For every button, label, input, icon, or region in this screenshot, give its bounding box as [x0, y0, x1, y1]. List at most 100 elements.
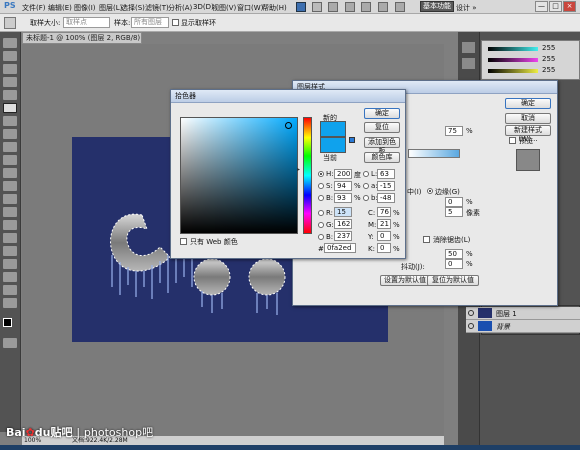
hand-tool-icon[interactable] — [3, 285, 17, 295]
saturation-brightness-field[interactable] — [180, 117, 298, 234]
menu-edit[interactable]: 编辑(E) — [48, 3, 72, 13]
current-color-swatch[interactable] — [320, 137, 346, 153]
clone-stamp-tool-icon[interactable] — [3, 142, 17, 152]
red-slider[interactable] — [488, 47, 538, 51]
web-only-checkbox[interactable] — [180, 238, 187, 245]
eyedropper-tool-icon[interactable] — [3, 103, 17, 113]
menu-select[interactable]: 选择(S) — [121, 3, 145, 13]
arrange-documents-icon[interactable] — [378, 2, 388, 12]
a-input[interactable]: -15 — [377, 181, 395, 191]
new-style-button[interactable]: 新建样式(W)... — [505, 125, 551, 143]
blab-input[interactable]: -48 — [377, 193, 395, 203]
foreground-color-swatch[interactable] — [3, 318, 12, 327]
hue-slider-handle-icon[interactable]: ▸ — [297, 166, 300, 173]
document-tab[interactable]: 未标题-1 @ 100% (图层 2, RGB/8) × — [22, 32, 142, 52]
dodge-tool-icon[interactable] — [3, 207, 17, 217]
layer-row-background[interactable]: 背景 — [466, 320, 580, 333]
color-marker[interactable] — [285, 122, 292, 129]
r-radio[interactable] — [318, 210, 324, 216]
h-input[interactable]: 200 — [334, 169, 352, 179]
b-radio[interactable] — [318, 195, 324, 201]
quick-select-tool-icon[interactable] — [3, 77, 17, 87]
k-input[interactable]: 0 — [377, 243, 391, 253]
gradient-preview[interactable] — [408, 149, 460, 158]
menu-image[interactable]: 图像(I) — [74, 3, 96, 13]
type-tool-icon[interactable] — [3, 233, 17, 243]
eyedropper-preset-icon[interactable] — [4, 17, 16, 29]
y-input[interactable]: 0 — [377, 231, 391, 241]
anti-alias-checkbox[interactable] — [423, 236, 430, 243]
rotate-view-icon[interactable] — [361, 2, 371, 12]
size-input[interactable]: 5 — [445, 207, 463, 217]
menu-3d[interactable]: 3D(D) — [193, 3, 214, 11]
r-input[interactable]: 15 — [334, 207, 352, 217]
l-input[interactable]: 63 — [377, 169, 395, 179]
sample-size-select[interactable]: 取样点 — [63, 17, 110, 28]
menu-analysis[interactable]: 分析(A) — [168, 3, 192, 13]
history-panel-icon[interactable] — [462, 42, 475, 53]
brush-tool-icon[interactable] — [3, 129, 17, 139]
hex-input[interactable]: 0fa2ed — [324, 243, 356, 253]
hand-tool-icon[interactable] — [345, 2, 355, 12]
menu-layer[interactable]: 图层(L) — [99, 3, 122, 13]
3d-rotate-tool-icon[interactable] — [3, 272, 17, 282]
add-to-swatches-button[interactable]: 添加到色板 — [364, 137, 400, 155]
range-input[interactable]: 50 — [445, 249, 463, 259]
l-radio[interactable] — [363, 171, 369, 177]
b2-radio[interactable] — [318, 234, 324, 240]
menu-file[interactable]: 文件(F) — [22, 3, 46, 13]
sample-select[interactable]: 所有图层 — [131, 17, 169, 28]
layer-style-cancel-button[interactable]: 取消 — [505, 113, 551, 124]
shape-tool-icon[interactable] — [3, 259, 17, 269]
actions-panel-icon[interactable] — [462, 58, 475, 69]
reset-default-button[interactable]: 复位为默认值 — [427, 275, 479, 286]
edge-radio[interactable] — [427, 188, 433, 194]
menu-help[interactable]: 帮助(H) — [262, 3, 287, 13]
move-tool-icon[interactable] — [3, 38, 17, 48]
healing-brush-tool-icon[interactable] — [3, 116, 17, 126]
b-input[interactable]: 93 — [334, 193, 352, 203]
color-libraries-button[interactable]: 颜色库 — [364, 152, 400, 163]
blue-value[interactable]: 255 — [542, 66, 555, 74]
show-ring-checkbox[interactable] — [172, 19, 179, 26]
h-radio[interactable] — [318, 171, 324, 177]
menu-view[interactable]: 视图(V) — [212, 3, 236, 13]
path-select-tool-icon[interactable] — [3, 246, 17, 256]
minibridge-icon[interactable] — [312, 2, 322, 12]
choke-input[interactable]: 0 — [445, 197, 463, 207]
opacity-input[interactable]: 75 — [445, 126, 463, 136]
hue-slider[interactable] — [303, 117, 312, 234]
layer-style-ok-button[interactable]: 确定 — [505, 98, 551, 109]
green-slider[interactable] — [488, 58, 538, 62]
blur-tool-icon[interactable] — [3, 194, 17, 204]
close-button[interactable]: × — [563, 1, 576, 12]
green-value[interactable]: 255 — [542, 55, 555, 63]
minimize-button[interactable]: — — [535, 1, 548, 12]
s-input[interactable]: 94 — [334, 181, 352, 191]
workspace-design-button[interactable]: 设计 » — [456, 3, 477, 13]
preview-checkbox[interactable] — [509, 137, 516, 144]
red-value[interactable]: 255 — [542, 44, 555, 52]
lasso-tool-icon[interactable] — [3, 64, 17, 74]
s-radio[interactable] — [318, 183, 324, 189]
crop-tool-icon[interactable] — [3, 90, 17, 100]
g-input[interactable]: 162 — [334, 219, 352, 229]
zoom-level-icon[interactable] — [328, 2, 338, 12]
blue-slider[interactable] — [488, 69, 538, 73]
make-default-button[interactable]: 设置为默认值 — [380, 275, 430, 286]
m-input[interactable]: 21 — [377, 219, 391, 229]
jitter-input[interactable]: 0 — [445, 259, 463, 269]
pen-tool-icon[interactable] — [3, 220, 17, 230]
menu-window[interactable]: 窗口(W) — [237, 3, 263, 13]
history-brush-tool-icon[interactable] — [3, 155, 17, 165]
c-input[interactable]: 76 — [377, 207, 391, 217]
blab-radio[interactable] — [363, 195, 369, 201]
zoom-tool-icon[interactable] — [3, 298, 17, 308]
screen-mode-icon[interactable] — [395, 2, 405, 12]
marquee-tool-icon[interactable] — [3, 51, 17, 61]
eraser-tool-icon[interactable] — [3, 168, 17, 178]
gradient-tool-icon[interactable] — [3, 181, 17, 191]
web-safe-cube-icon[interactable] — [349, 137, 355, 143]
color-picker-reset-button[interactable]: 复位 — [364, 122, 400, 133]
menu-filter[interactable]: 滤镜(T) — [145, 3, 169, 13]
